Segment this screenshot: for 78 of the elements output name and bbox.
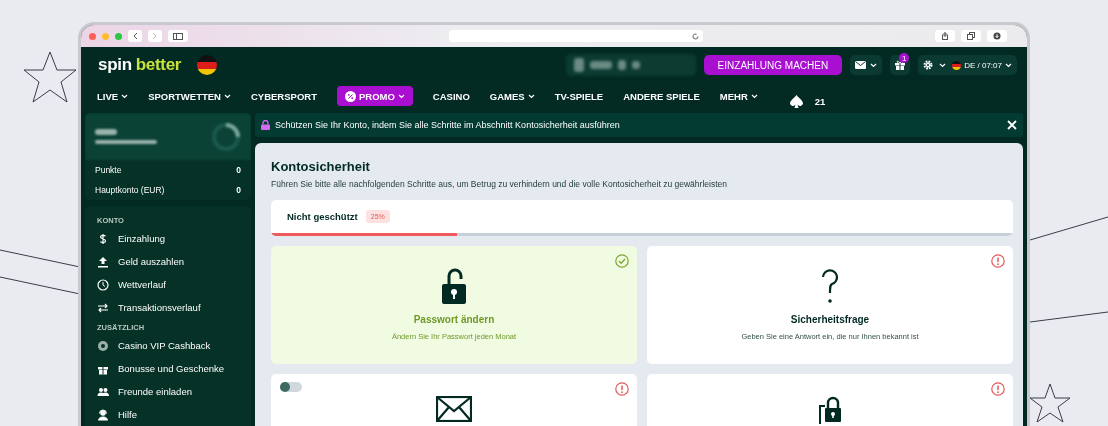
lock-icon — [261, 120, 270, 130]
tabs-button[interactable] — [961, 30, 981, 42]
nav-link[interactable]: SPORTWETTEN — [140, 86, 239, 106]
toggle-switch[interactable] — [280, 382, 302, 392]
section-description: Führen Sie bitte alle nachfolgenden Schritte aus, um Betrug zu verhindern und die volle Kontosicherheit zu gewährleisten — [271, 179, 728, 189]
balance-label: Hauptkonto (EUR) — [95, 184, 165, 196]
menu-item[interactable]: Einzahlung — [85, 227, 251, 250]
nav-link[interactable]: CASINO — [424, 86, 478, 106]
gift-button[interactable]: 1 — [890, 55, 911, 75]
upload-icon — [97, 255, 109, 268]
menu-item[interactable]: Transaktionsverlauf — [85, 296, 251, 319]
percent-icon — [344, 90, 356, 102]
language-time: DE / 07:07 — [964, 60, 1002, 70]
nav-link[interactable]: LIVE — [89, 86, 137, 106]
sidebar-icon — [173, 32, 183, 40]
flag-icon — [952, 60, 962, 70]
back-button[interactable] — [128, 30, 142, 42]
settings-icon — [923, 60, 934, 70]
flag-icon[interactable] — [197, 55, 218, 75]
notification-badge: 1 — [899, 53, 910, 63]
progress-ring-icon — [211, 121, 241, 152]
blurred-text — [589, 61, 612, 69]
nav-link[interactable]: GAMES — [481, 86, 543, 106]
messages-button[interactable] — [850, 55, 883, 75]
account-widget[interactable] — [565, 54, 696, 76]
card-games-link[interactable]: 21 — [781, 91, 836, 111]
caret-icon — [939, 62, 947, 68]
download-button[interactable] — [987, 30, 1007, 42]
menu-item[interactable]: Hilfe — [85, 403, 251, 426]
balance-value: 0 — [236, 184, 241, 196]
caret-icon — [1005, 62, 1012, 68]
forward-icon — [152, 32, 158, 40]
gift-icon — [895, 60, 906, 70]
section-title: Kontosicherheit — [271, 159, 371, 174]
sidebar-button[interactable] — [168, 30, 188, 42]
card-title: Sicherheitsfrage — [790, 314, 870, 325]
menu-item[interactable]: Bonusse und Geschenke — [85, 357, 251, 380]
menu-item[interactable]: Wettverlauf — [85, 273, 251, 296]
close-icon[interactable] — [1007, 120, 1017, 130]
blurred-text — [573, 58, 584, 72]
protection-status: Nicht geschützt — [287, 211, 358, 222]
back-icon — [132, 32, 138, 40]
reload-icon — [692, 32, 699, 40]
nav-link[interactable]: CYBERSPORT — [242, 86, 325, 106]
nav-link[interactable]: MEHR — [711, 86, 766, 106]
menu-item[interactable]: Freunde einladen — [85, 380, 251, 403]
envelope-icon — [436, 396, 472, 422]
share-icon — [941, 32, 949, 40]
menu-item[interactable]: Casino VIP Cashback — [85, 334, 251, 357]
clock-icon — [97, 278, 109, 291]
blurred-text — [95, 140, 157, 144]
blurred-text — [95, 129, 117, 135]
card-title: Passwort ändern — [413, 314, 495, 325]
nav-link[interactable]: ANDERE SPIELE — [615, 86, 708, 106]
share-button[interactable] — [935, 30, 955, 42]
support-icon — [97, 408, 109, 421]
deposit-button[interactable]: EINZAHLUNG MACHEN — [703, 55, 843, 75]
caret-icon — [870, 62, 878, 68]
open-lock-icon — [442, 268, 466, 304]
download-icon — [993, 32, 1001, 40]
notice-text: Schützen Sie Ihr Konto, indem Sie alle Schritte im Abschnitt Kontosicherheit ausführen — [275, 120, 621, 130]
logo-text[interactable]: spin — [98, 55, 132, 75]
balance-label: Punkte — [95, 164, 122, 176]
chip-icon — [97, 339, 109, 352]
transfer-icon — [97, 301, 109, 314]
balance-value: 0 — [236, 164, 241, 176]
spade-icon — [789, 94, 803, 108]
users-icon — [97, 385, 109, 398]
question-mark-icon — [819, 268, 841, 304]
dollar-icon — [97, 232, 109, 245]
menu-item[interactable]: Geld auszahlen — [85, 250, 251, 273]
nav-link[interactable]: TV-SPIELE — [546, 86, 612, 106]
phone-lock-icon — [817, 396, 843, 424]
settings-button[interactable]: DE / 07:07 — [918, 55, 1017, 75]
tabs-icon — [967, 32, 975, 40]
logo-text[interactable]: better — [135, 55, 182, 75]
language-selector[interactable]: DE / 07:07 — [952, 60, 1012, 70]
envelope-icon — [855, 61, 867, 69]
